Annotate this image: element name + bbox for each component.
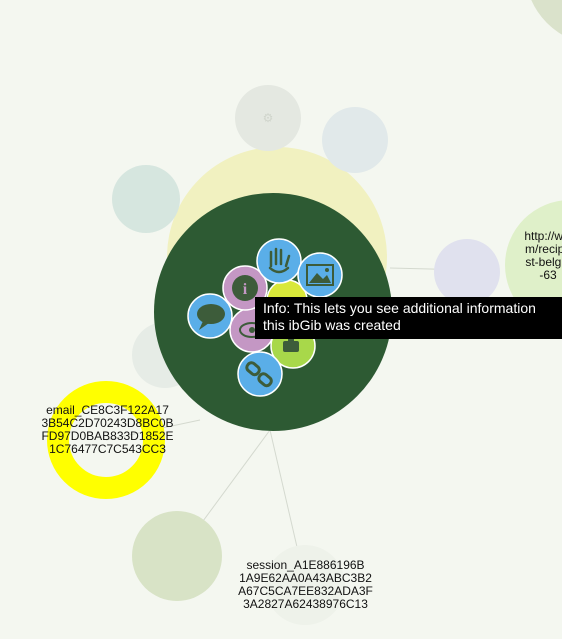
url-node-label: http://ww m/recipe st-belgia -63 <box>524 229 562 282</box>
session-node-label: session_A1E886196B 1A9E62AA0A43ABC3B2 A6… <box>238 558 373 611</box>
info-tooltip: Info: This lets you see additional infor… <box>255 297 562 339</box>
node-top-blue[interactable] <box>322 107 388 173</box>
node-left-teal[interactable] <box>112 165 180 233</box>
svg-text:i: i <box>243 281 248 298</box>
email-node-label: email_CE8C3F122A17 3B54C2D70243D8BC0B FD… <box>41 403 174 456</box>
node-top-right[interactable] <box>525 0 562 45</box>
comment-button[interactable] <box>187 293 233 339</box>
node-session-left[interactable] <box>132 511 222 601</box>
link-button[interactable] <box>237 351 283 397</box>
hand-button[interactable] <box>256 238 302 284</box>
node-purple[interactable] <box>434 239 500 305</box>
image-button[interactable] <box>297 252 343 298</box>
node-top[interactable]: ⚙ <box>235 85 301 151</box>
svg-text:⚙: ⚙ <box>263 111 274 125</box>
